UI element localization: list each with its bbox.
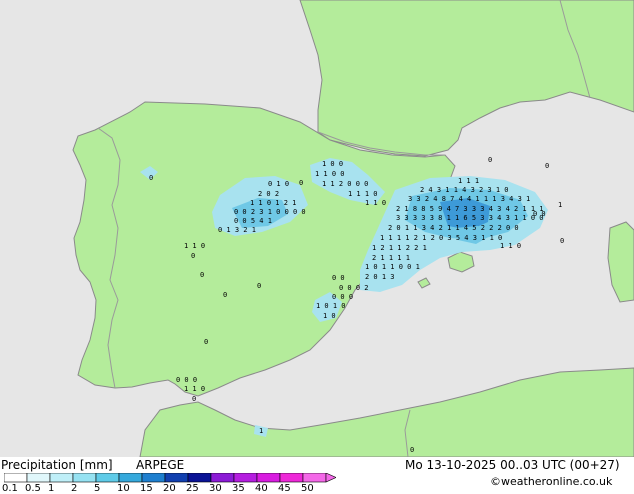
legend-tick-label: 35 [232, 483, 245, 494]
chart-title: Precipitation [mm] [1, 458, 113, 472]
legend-bin [164, 473, 189, 483]
precip-label: 0 [560, 237, 564, 245]
valid-time: Mo 13-10-2025 00..03 UTC (00+27) [405, 458, 620, 472]
model-name: ARPEGE [136, 458, 185, 472]
precip-label: 0 [223, 291, 227, 299]
legend-bin [4, 473, 28, 483]
legend-tick-label: 15 [140, 483, 153, 494]
precip-label: 1 1 0 [500, 242, 521, 250]
precipitation-map: 1 0 0 1 1 0 0 1 1 2 0 0 0 1 1 1 0 1 1 0 … [0, 0, 634, 457]
precip-label: 0 0 5 4 1 [234, 217, 272, 225]
precip-label: 0 [488, 156, 492, 164]
precip-label: 1 1 0 0 [315, 170, 345, 178]
legend-bin [72, 473, 97, 483]
precip-label: 0 [192, 395, 196, 403]
legend-bin [95, 473, 120, 483]
credit: ©weatheronline.co.uk [490, 475, 613, 488]
precip-label: 0 [200, 271, 204, 279]
precip-label: 1 1 1 [458, 177, 479, 185]
precip-label: 1 1 0 [184, 385, 205, 393]
legend-tick-label: 0.5 [25, 483, 41, 494]
precip-label: 1 1 0 [184, 242, 205, 250]
precip-label: 2 1 1 1 1 [372, 254, 410, 262]
legend-bin [256, 473, 281, 483]
precip-label: 0 1 3 2 1 [218, 226, 256, 234]
precip-label: 0 0 0 [332, 293, 353, 301]
legend-tick-label: 40 [255, 483, 268, 494]
legend-bin [279, 473, 304, 483]
precip-label: 0 0 [533, 210, 546, 218]
precip-label: 1 1 0 1 2 1 [250, 199, 296, 207]
legend-tick-label: 2 [71, 483, 78, 494]
precip-label: 0 1 0 [268, 180, 289, 188]
legend-tick-label: 10 [117, 483, 130, 494]
precip-label: 1 [558, 201, 562, 209]
precip-label: 1 0 0 [322, 160, 343, 168]
map-canvas: 1 0 0 1 1 0 0 1 1 2 0 0 0 1 1 1 0 1 1 0 … [0, 0, 634, 457]
precip-label: 2 4 3 1 1 4 3 2 3 1 0 [420, 186, 509, 194]
precip-label: 1 2 1 1 2 2 1 [372, 244, 427, 252]
precip-label: 1 1 0 [365, 199, 386, 207]
legend-tick-label: 1 [48, 483, 55, 494]
precip-label: 0 [410, 446, 414, 454]
legend-overflow-arrow [325, 473, 336, 483]
precip-label: 0 0 0 2 [339, 284, 369, 292]
precip-label: 0 [545, 162, 549, 170]
precip-label: 2 0 1 3 [365, 273, 395, 281]
legend-bin [49, 473, 74, 483]
precip-label: 0 [204, 338, 208, 346]
precip-label: 0 [299, 179, 303, 187]
legend-bin [26, 473, 51, 483]
precip-label: 3 3 2 4 8 7 4 4 1 1 1 3 4 3 1 [408, 195, 530, 203]
legend-bin [302, 473, 327, 483]
precip-label: 1 0 [323, 312, 336, 320]
precip-label: 0 [257, 282, 261, 290]
legend-tick-label: 30 [209, 483, 222, 494]
precip-label: 1 0 1 1 0 0 1 [365, 263, 420, 271]
legend-color-bar [4, 473, 336, 483]
precip-label: 2 0 2 [258, 190, 279, 198]
precip-label: 0 0 2 3 1 0 0 0 0 [234, 208, 306, 216]
precip-label: 0 0 [332, 274, 345, 282]
legend-tick-label: 50 [301, 483, 314, 494]
legend-tick-label: 25 [186, 483, 199, 494]
precip-label: 3 3 3 3 3 8 1 1 6 5 3 3 4 3 1 1 0 0 [396, 214, 544, 222]
legend-bin [233, 473, 258, 483]
precip-label: 1 1 1 0 [348, 190, 378, 198]
precip-label: 1 0 1 0 [316, 302, 346, 310]
legend-tick-label: 45 [278, 483, 291, 494]
legend-tick-label: 0.1 [2, 483, 18, 494]
legend-bin [187, 473, 212, 483]
legend-bin [210, 473, 235, 483]
precip-label: 0 [149, 174, 153, 182]
precip-label: 2 0 1 1 3 4 2 1 1 4 5 2 2 2 0 0 [388, 224, 519, 232]
legend-tick-label: 20 [163, 483, 176, 494]
precip-label: 0 [191, 252, 195, 260]
legend-bin [118, 473, 143, 483]
legend-bin [141, 473, 166, 483]
precip-label: 1 [259, 427, 263, 435]
precip-label: 0 0 0 [176, 376, 197, 384]
footer-bar: Precipitation [mm] ARPEGE Mo 13-10-2025 … [0, 457, 634, 494]
precip-label: 1 1 1 1 2 1 2 0 3 5 4 3 1 1 0 [380, 234, 502, 242]
precip-label: 1 1 2 0 0 0 [322, 180, 368, 188]
legend-tick-label: 5 [94, 483, 101, 494]
precip-label: 2 1 8 8 5 9 4 7 3 3 3 4 3 4 2 1 1 1 [396, 205, 544, 213]
